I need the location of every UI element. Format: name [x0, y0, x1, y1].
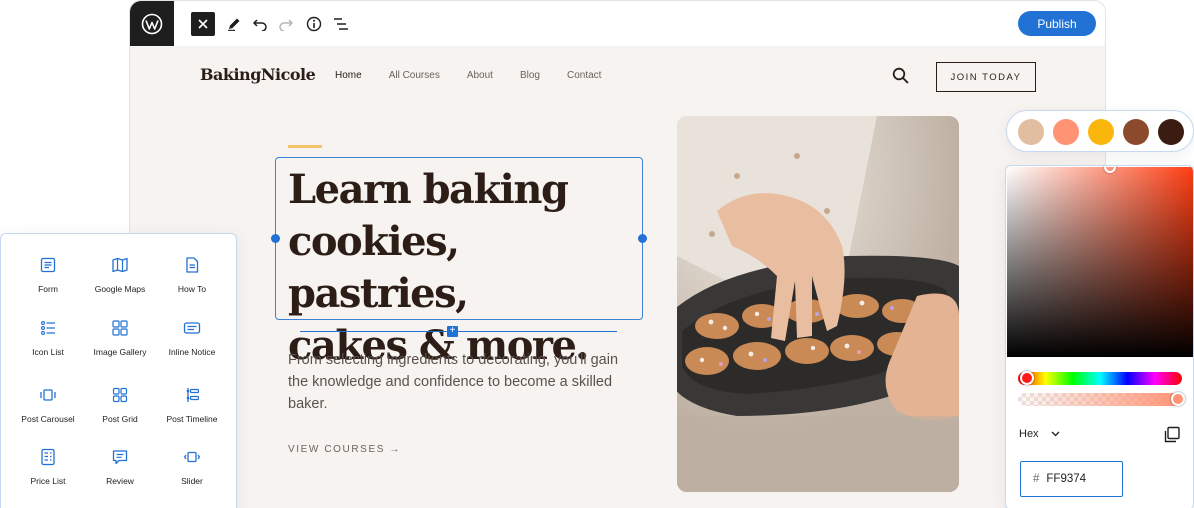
price-list-icon	[41, 448, 55, 466]
nav-item-all-courses[interactable]: All Courses	[389, 70, 440, 81]
color-swatch-yellow[interactable]	[1088, 119, 1114, 145]
block-label: Google Maps	[94, 284, 146, 294]
resize-handle-right[interactable]	[638, 234, 647, 243]
color-format-select[interactable]: Hex	[1019, 428, 1060, 440]
baking-photo-illustration	[677, 116, 959, 492]
editor-toolbar: Publish	[130, 1, 1105, 46]
publish-button[interactable]: Publish	[1018, 11, 1096, 36]
block-label: Post Grid	[102, 414, 138, 424]
block-post-grid[interactable]: Post Grid	[80, 386, 160, 424]
saturation-thumb[interactable]	[1104, 166, 1116, 173]
hex-hash-prefix: #	[1033, 473, 1040, 485]
block-label: Icon List	[32, 347, 64, 357]
info-icon[interactable]	[302, 12, 326, 36]
view-courses-link[interactable]: VIEW COURSES →	[288, 444, 401, 455]
block-label: Image Gallery	[93, 347, 147, 357]
nav-item-home[interactable]: Home	[335, 70, 362, 81]
chevron-down-icon	[1051, 431, 1060, 437]
block-post-timeline[interactable]: Post Timeline	[152, 386, 232, 424]
alpha-slider[interactable]	[1018, 393, 1182, 406]
notice-icon	[183, 322, 201, 334]
block-image-gallery[interactable]: Image Gallery	[80, 319, 160, 357]
document-icon	[186, 257, 199, 273]
close-icon[interactable]	[191, 12, 215, 36]
block-label: Price List	[30, 476, 66, 486]
headline-line: cookies, pastries,	[288, 218, 469, 317]
hue-slider-thumb[interactable]	[1020, 371, 1034, 385]
join-today-button[interactable]: JOIN TODAY	[936, 62, 1036, 92]
nav-item-blog[interactable]: Blog	[520, 70, 540, 81]
block-label: Inline Notice	[168, 347, 216, 357]
hero-headline[interactable]: Learn baking cookies, pastries, cakes & …	[288, 164, 638, 372]
block-icon-list[interactable]: Icon List	[8, 319, 88, 357]
resize-handle-left[interactable]	[271, 234, 280, 243]
block-slider[interactable]: Slider	[152, 448, 232, 486]
insert-block-plus-icon[interactable]: +	[447, 326, 458, 337]
block-insertion-line	[300, 331, 617, 332]
copy-icon[interactable]	[1162, 425, 1182, 445]
timeline-icon	[186, 388, 200, 402]
headline-accent-line	[288, 145, 322, 148]
map-icon	[112, 257, 128, 273]
hex-color-field[interactable]: #	[1020, 461, 1123, 497]
block-label: Post Carousel	[21, 414, 75, 424]
block-label: Form	[38, 284, 58, 294]
undo-icon[interactable]	[248, 12, 272, 36]
screenshot-stage: Publish BakingNicole Home All Courses Ab…	[0, 0, 1194, 508]
site-navigation: Home All Courses About Blog Contact	[335, 70, 628, 81]
hue-slider[interactable]	[1018, 372, 1182, 385]
hero-photo[interactable]	[677, 116, 959, 492]
block-inline-notice[interactable]: Inline Notice	[152, 319, 232, 357]
form-icon	[40, 257, 56, 273]
block-how-to[interactable]: How To	[152, 256, 232, 294]
list-view-icon[interactable]	[329, 12, 353, 36]
nav-item-contact[interactable]: Contact	[567, 70, 601, 81]
color-swatch-tan[interactable]	[1018, 119, 1044, 145]
block-form[interactable]: Form	[8, 256, 88, 294]
color-swatch-brown[interactable]	[1123, 119, 1149, 145]
block-google-maps[interactable]: Google Maps	[80, 256, 160, 294]
hero-paragraph[interactable]: From selecting ingredients to decorating…	[288, 349, 638, 415]
gallery-icon	[112, 320, 128, 336]
nav-item-about[interactable]: About	[467, 70, 493, 81]
site-logo[interactable]: BakingNicole	[200, 65, 316, 84]
color-swatch-coral[interactable]	[1053, 119, 1079, 145]
block-label: Post Timeline	[166, 414, 218, 424]
headline-line: Learn baking	[288, 166, 569, 213]
review-icon	[112, 450, 128, 465]
block-inserter-panel: Form Google Maps How To Icon List Image …	[0, 233, 237, 508]
color-swatch-dark-brown[interactable]	[1158, 119, 1184, 145]
redo-icon[interactable]	[274, 12, 298, 36]
pencil-icon[interactable]	[222, 12, 246, 36]
saturation-area[interactable]	[1007, 166, 1193, 357]
search-icon[interactable]	[892, 67, 910, 85]
block-label: How To	[177, 284, 207, 294]
carousel-icon	[40, 389, 56, 401]
block-label: Review	[106, 476, 134, 486]
wordpress-logo-icon[interactable]	[130, 1, 174, 46]
icon-list-icon	[41, 321, 55, 335]
alpha-slider-thumb[interactable]	[1171, 392, 1185, 406]
color-palette	[1006, 110, 1194, 152]
block-label: Slider	[181, 476, 203, 486]
block-editor-window: Publish BakingNicole Home All Courses Ab…	[129, 0, 1106, 508]
color-picker-panel: Hex #	[1005, 165, 1194, 508]
hex-input[interactable]	[1046, 473, 1107, 485]
block-review[interactable]: Review	[80, 448, 160, 486]
block-post-carousel[interactable]: Post Carousel	[8, 386, 88, 424]
slider-icon	[183, 451, 201, 463]
color-format-value: Hex	[1019, 428, 1039, 440]
grid-icon	[112, 387, 128, 403]
block-price-list[interactable]: Price List	[8, 448, 88, 486]
